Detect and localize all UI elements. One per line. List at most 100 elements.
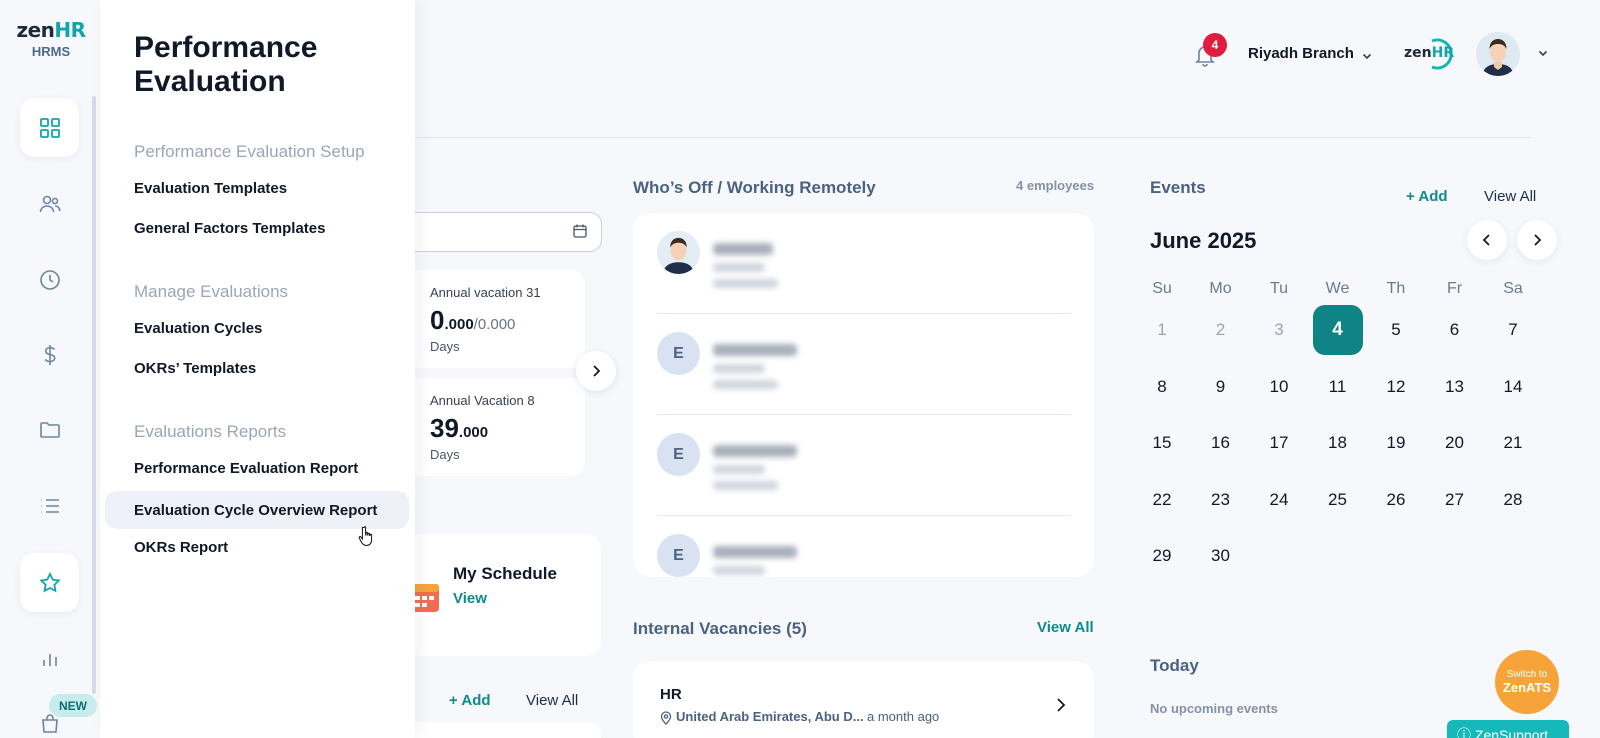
company-logo-hr: HR [1431,45,1455,61]
balance-value-int: 39 [430,413,459,443]
logo-hr-text: HR [54,18,86,42]
calendar-icon[interactable] [572,223,588,239]
calendar-day[interactable]: 12 [1371,362,1421,412]
flyout-menu-item[interactable]: OKRs Report [134,539,228,556]
calendar-day[interactable]: 10 [1254,362,1304,412]
calendar-day[interactable]: 15 [1137,418,1187,468]
rail-scrollbar[interactable] [92,96,96,694]
hrms-label: HRMS [31,44,71,59]
user-avatar-image [1476,32,1520,76]
balance-title: Annual Vacation 8 [430,393,535,408]
employee-avatar [657,231,700,274]
rail-documents-button[interactable] [20,400,79,459]
company-logo: zenHR [1404,37,1454,71]
calendar-day[interactable]: 19 [1371,418,1421,468]
blurred-name [713,546,797,558]
schedule-calendar-icon [411,584,439,612]
branch-selector[interactable]: Riyadh Branch [1248,45,1354,62]
flyout-menu-item[interactable]: OKRs’ Templates [134,360,256,377]
events-view-all-link[interactable]: View All [1484,188,1536,205]
calendar-day[interactable]: 18 [1313,418,1363,468]
chevron-down-icon[interactable] [1361,50,1373,62]
calendar-day[interactable]: 30 [1196,531,1246,581]
rail-performance-button[interactable] [20,553,79,612]
calendar-day[interactable]: 2 [1196,305,1246,355]
flyout-menu-item[interactable]: Evaluation Templates [134,180,287,197]
flyout-menu-item[interactable]: Performance Evaluation Report [134,460,358,477]
calendar-day[interactable]: 7 [1488,305,1538,355]
calendar-day[interactable]: 20 [1430,418,1480,468]
list-item[interactable]: E [657,415,1071,516]
calendar-day[interactable]: 28 [1488,475,1538,525]
my-schedule-card[interactable]: My Schedule View [405,534,601,656]
calendar-day[interactable]: 6 [1430,305,1480,355]
vacancy-item[interactable]: HR United Arab Emirates, Abu D... a mont… [633,661,1094,738]
user-avatar[interactable] [1476,32,1520,76]
vacancies-view-all-link[interactable]: View All [1037,619,1094,636]
vacancy-posted-time: a month ago [867,709,940,724]
calendar-day[interactable]: 22 [1137,475,1187,525]
calendar-day[interactable]: 5 [1371,305,1421,355]
calendar-day[interactable]: 21 [1488,418,1538,468]
calendar-day[interactable]: 1 [1137,305,1187,355]
rail-requests-button[interactable] [20,476,79,535]
calendar-day-today[interactable]: 4 [1312,305,1363,355]
calendar-day[interactable]: 24 [1254,475,1304,525]
blurred-date [713,465,765,474]
date-range-input[interactable] [395,212,602,252]
chevron-down-icon[interactable] [1537,47,1549,59]
calendar-day[interactable]: 16 [1196,418,1246,468]
calendar-day[interactable]: 26 [1371,475,1421,525]
calendar-day[interactable]: 14 [1488,362,1538,412]
clock-icon [39,269,60,290]
calendar-day[interactable]: 29 [1137,531,1187,581]
help-icon: ⓘ [1457,727,1471,738]
rail-payroll-button[interactable] [20,325,79,384]
flyout-menu-item[interactable]: Evaluation Cycle Overview Report [105,491,409,529]
balances-next-button[interactable] [576,351,616,391]
list-item[interactable]: E [657,314,1071,415]
rail-reports-button[interactable] [20,628,79,687]
calendar-day[interactable]: 11 [1313,362,1363,412]
my-schedule-view-link[interactable]: View [453,590,487,607]
balance-value-int: 0 [430,305,445,335]
calendar-day[interactable]: 23 [1196,475,1246,525]
left-view-all-link[interactable]: View All [526,692,578,709]
chevron-right-icon [1534,234,1542,246]
zenhr-logo[interactable]: zenHR HRMS [12,18,90,59]
calendar-day[interactable]: 17 [1254,418,1304,468]
blurred-date [713,263,765,272]
calendar-weekday: Tu [1269,280,1289,297]
calendar-day[interactable]: 27 [1430,475,1480,525]
events-add-button[interactable]: + Add [1406,188,1448,205]
calendar-prev-button[interactable] [1467,220,1507,260]
rail-shop-button[interactable] [20,712,79,738]
zensupport-button[interactable]: ⓘ ZenSupport [1447,720,1569,738]
calendar-day[interactable]: 8 [1137,362,1187,412]
balance-card[interactable]: ⁄ Annual Vacation 8 39.000 Days [405,378,585,476]
rail-attendance-button[interactable] [20,250,79,309]
flyout-menu-item[interactable]: Evaluation Cycles [134,320,262,337]
employee-initial-avatar: E [657,433,700,476]
list-item[interactable] [657,213,1071,314]
calendar-day[interactable]: 9 [1196,362,1246,412]
calendar-day[interactable]: 25 [1313,475,1363,525]
balance-card[interactable]: ⁄ Annual vacation 31 0.000/0.000 Days [405,270,585,368]
flyout-menu-item[interactable]: General Factors Templates [134,220,325,237]
calendar-day[interactable]: 13 [1430,362,1480,412]
rail-people-button[interactable] [20,174,79,233]
left-add-button[interactable]: + Add [449,692,491,709]
dashboard-icon [39,117,60,138]
balance-unit: Days [430,339,460,354]
whos-off-title: Who’s Off / Working Remotely [633,178,876,197]
blurred-name [713,445,797,457]
calendar-weekday: Mo [1209,280,1232,297]
today-title: Today [1150,656,1199,675]
switch-to-zenats-button[interactable]: Switch to ZenATS [1495,650,1559,714]
calendar-day[interactable]: 3 [1254,305,1304,355]
no-upcoming-events-text: No upcoming events [1150,701,1278,716]
list-item[interactable]: E [657,516,1071,577]
rail-dashboard-button[interactable] [20,98,79,157]
calendar-next-button[interactable] [1517,220,1557,260]
chevron-right-icon[interactable] [1054,697,1068,713]
